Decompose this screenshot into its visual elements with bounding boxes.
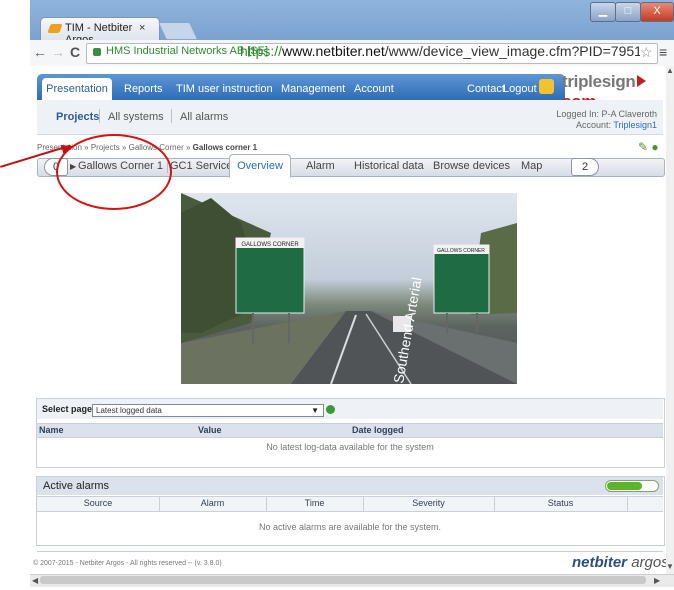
back-icon[interactable]: ← [33, 44, 47, 60]
divider [99, 109, 100, 123]
netbiter-argos-logo: netbiter argos [572, 554, 669, 571]
alarm-status-bar [605, 480, 659, 492]
column-time: Time [304, 498, 325, 508]
column-severity: Severity [412, 498, 445, 508]
account-info: Account: Triplesign1 [530, 120, 657, 131]
next-page-button[interactable]: 2 [571, 158, 599, 176]
tab-close-icon[interactable]: × [139, 22, 145, 34]
forward-icon[interactable]: → [51, 44, 65, 60]
refresh-icon[interactable] [326, 405, 335, 414]
login-info: Logged In: P-A Claveroth Account: Triple… [530, 109, 657, 131]
select-page-dropdown[interactable]: Latest logged data ▼ [92, 404, 324, 417]
window-minimize-button[interactable]: ▁ [590, 2, 616, 22]
bookmark-star-icon[interactable]: ☆ [640, 44, 653, 61]
user-icon [539, 79, 554, 94]
dropdown-arrow-icon: ▼ [311, 406, 319, 415]
alarms-title: Active alarms [43, 480, 110, 492]
footer-logo-suffix: argos [631, 554, 669, 571]
nav-management[interactable]: Management [281, 83, 345, 95]
horizontal-scroll-thumb[interactable] [40, 576, 646, 584]
tab-browse-devices[interactable]: Browse devices [433, 160, 510, 172]
scroll-right-icon[interactable]: ▶ [654, 576, 660, 585]
nav-contact[interactable]: Contact [467, 83, 505, 95]
divider [627, 496, 628, 512]
subnav-all-systems[interactable]: All systems [108, 111, 164, 123]
vertical-scrollbar[interactable] [666, 66, 674, 574]
sign-left-text: GALLOWS CORNER [241, 242, 299, 248]
lock-icon [93, 48, 101, 56]
no-log-message: No latest log-data available for the sys… [266, 442, 434, 452]
url-host: www.netbiter.net [282, 43, 385, 59]
breadcrumb-current: Gallows corner 1 [192, 143, 258, 152]
browser-menu-icon[interactable]: ≡ [659, 44, 667, 60]
column-value: Value [198, 425, 222, 435]
window-close-button[interactable]: X [640, 2, 674, 22]
url-protocol: https:// [240, 43, 283, 59]
column-source: Source [83, 498, 113, 508]
subnav-projects[interactable]: Projects [56, 111, 99, 123]
url-text[interactable]: https://www.netbiter.net/www/device_view… [240, 43, 640, 59]
nav-presentation[interactable]: Presentation [42, 78, 112, 100]
tab-gc1-service[interactable]: GC1 Service [170, 160, 232, 172]
street-scene-image: GALLOWS CORNER GALLOWS CORNER Southend A… [181, 193, 517, 384]
select-page-label: Select page [42, 404, 93, 414]
device-photo: GALLOWS CORNER GALLOWS CORNER Southend A… [181, 193, 517, 384]
tab-map[interactable]: Map [521, 160, 542, 172]
tab-alarm[interactable]: Alarm [306, 160, 335, 172]
reload-icon[interactable]: C [70, 44, 80, 60]
tools-icon[interactable]: ✎ ● [638, 140, 659, 154]
footer-logo-main: netbiter [572, 554, 628, 571]
no-alarms-message: No active alarms are available for the s… [258, 522, 442, 532]
browser-tab[interactable]: TIM - Netbiter Argos × [40, 17, 160, 46]
logo-arrow-icon [636, 75, 646, 87]
logged-in-user: Logged In: P-A Claveroth [556, 109, 657, 119]
favicon-icon [47, 24, 63, 33]
nav-logout[interactable]: Logout [503, 83, 537, 95]
alarm-status-fill [607, 482, 642, 490]
tab-overview[interactable]: Overview [229, 154, 291, 178]
sign-right-text: GALLOWS CORNER [437, 248, 485, 254]
alarms-header [37, 477, 663, 495]
log-table-header [37, 423, 663, 438]
column-date-logged: Date logged [352, 425, 404, 435]
scroll-down-icon[interactable]: ▼ [666, 562, 674, 571]
logo-main: triplesign [562, 72, 636, 91]
copyright-text: © 2007-2015 - Netbiter Argos - All right… [33, 560, 222, 567]
column-alarm: Alarm [200, 498, 225, 508]
window-maximize-button[interactable]: □ [615, 2, 641, 22]
column-status: Status [547, 498, 574, 508]
account-link[interactable]: Triplesign1 [613, 120, 657, 130]
nav-account[interactable]: Account [354, 83, 394, 95]
footer-divider [37, 551, 663, 552]
divider [171, 109, 172, 123]
subnav-all-alarms[interactable]: All alarms [180, 111, 228, 123]
url-path: /www/device_view_image.cfm?PID=7951&DID=… [384, 43, 640, 59]
scroll-left-icon[interactable]: ◀ [32, 576, 38, 585]
account-label: Account: [575, 120, 611, 130]
nav-reports[interactable]: Reports [124, 83, 163, 95]
tab-historical-data[interactable]: Historical data [354, 160, 424, 172]
nav-tim-user-instruction[interactable]: TIM user instruction [176, 83, 273, 95]
scroll-up-icon[interactable]: ▲ [666, 66, 674, 75]
column-name: Name [39, 425, 64, 435]
select-page-value: Latest logged data [96, 406, 162, 415]
